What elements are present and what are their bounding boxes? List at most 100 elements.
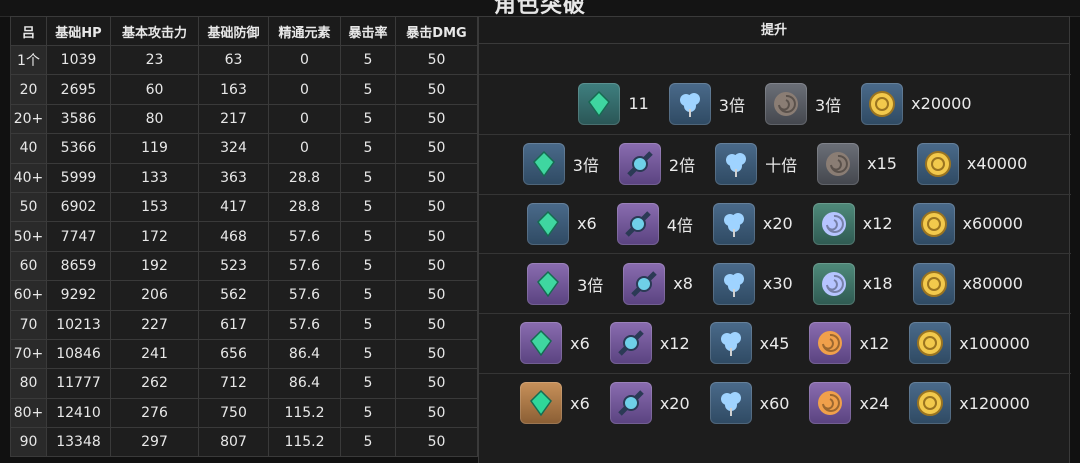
material-item[interactable]: 3倍 xyxy=(522,142,599,185)
cell-elemental-mastery: 0 xyxy=(268,133,341,164)
cell-level: 70 xyxy=(10,309,47,340)
material-item[interactable]: x20 xyxy=(712,202,793,245)
material-item[interactable]: x45 xyxy=(709,322,790,365)
col-header-level: 吕 xyxy=(10,16,47,46)
table-row: 1个 1039 23 63 0 5 50 xyxy=(10,44,478,76)
cell-crit-rate: 5 xyxy=(340,338,396,370)
material-item[interactable]: 十倍 xyxy=(715,142,798,185)
material-item[interactable]: x12 xyxy=(609,322,690,365)
slime-concentrate-icon xyxy=(809,382,852,425)
slime-condensate-icon xyxy=(812,202,855,245)
material-item[interactable]: x60000 xyxy=(912,202,1023,245)
cell-base-atk: 276 xyxy=(110,397,199,429)
cell-base-atk: 227 xyxy=(110,309,199,340)
stats-table: 吕 基础HP 基本攻击力 基础防御 精通元素 暴击率 暴击DMG 1个 1039 2… xyxy=(10,16,478,458)
ascension-row: x6 4倍 x20 x12 x60000 xyxy=(479,193,1071,253)
material-quantity: x80000 xyxy=(962,274,1023,294)
col-header-base-atk: 基本攻击力 xyxy=(110,16,199,46)
material-item[interactable]: 3倍 xyxy=(668,82,745,125)
cell-base-atk: 297 xyxy=(110,427,199,458)
material-item[interactable]: x100000 xyxy=(909,322,1030,365)
material-item[interactable]: 11 xyxy=(578,82,649,125)
material-item[interactable]: x6 xyxy=(520,382,590,425)
mora-coin-icon xyxy=(912,262,955,305)
table-row: 40 5366 119 324 0 5 50 xyxy=(10,133,478,164)
cell-base-hp: 2695 xyxy=(46,74,111,105)
material-item[interactable]: x6 xyxy=(527,202,597,245)
material-item[interactable]: x6 xyxy=(520,322,590,365)
material-item[interactable]: x60 xyxy=(709,382,789,425)
material-quantity: 3倍 xyxy=(572,155,599,175)
cell-elemental-mastery: 57.6 xyxy=(268,250,341,282)
cell-crit-rate: 5 xyxy=(340,103,396,135)
blue-flower-icon xyxy=(712,262,755,305)
cell-base-def: 163 xyxy=(198,74,269,105)
cell-level: 80+ xyxy=(10,397,47,429)
cell-crit-dmg: 50 xyxy=(395,44,478,76)
cell-elemental-mastery: 0 xyxy=(268,74,341,105)
material-quantity: x6 xyxy=(577,214,597,234)
cell-base-atk: 206 xyxy=(110,280,199,311)
material-quantity: 十倍 xyxy=(765,155,798,175)
material-item[interactable]: x15 xyxy=(817,142,897,185)
slime-drop-icon xyxy=(764,82,807,125)
table-row: 80+ 12410 276 750 115.2 5 50 xyxy=(10,397,478,429)
orb-boss-drop-icon xyxy=(623,262,666,305)
cell-elemental-mastery: 28.8 xyxy=(268,191,341,223)
material-item[interactable]: x12 xyxy=(809,322,889,365)
table-row: 50+ 7747 172 468 57.6 5 50 xyxy=(10,221,478,252)
cell-base-hp: 7747 xyxy=(46,221,111,252)
material-item[interactable]: 3倍 xyxy=(527,262,603,305)
material-quantity: x100000 xyxy=(959,333,1030,353)
material-item[interactable]: x12 xyxy=(812,202,893,245)
cell-crit-rate: 5 xyxy=(340,397,396,429)
cell-crit-rate: 5 xyxy=(340,368,396,399)
material-item[interactable]: x40000 xyxy=(916,142,1028,185)
cell-base-atk: 192 xyxy=(110,250,199,282)
gem-sliver-icon xyxy=(522,142,565,185)
material-item[interactable]: 3倍 xyxy=(764,82,841,125)
material-item[interactable]: x30 xyxy=(712,262,793,305)
material-quantity: x30 xyxy=(762,274,793,294)
orb-boss-drop-icon xyxy=(609,322,652,365)
cell-crit-rate: 5 xyxy=(340,74,396,105)
cell-base-def: 417 xyxy=(198,191,269,223)
cell-elemental-mastery: 86.4 xyxy=(268,368,341,399)
material-item[interactable]: x120000 xyxy=(909,382,1030,425)
cell-base-def: 617 xyxy=(198,309,269,340)
cell-crit-dmg: 50 xyxy=(395,368,478,399)
table-row: 60+ 9292 206 562 57.6 5 50 xyxy=(10,280,478,311)
cell-level: 1个 xyxy=(10,44,47,76)
slime-condensate-icon xyxy=(812,262,855,305)
material-item[interactable]: x18 xyxy=(812,262,893,305)
material-item[interactable]: x80000 xyxy=(912,262,1023,305)
cell-base-hp: 6902 xyxy=(46,191,111,223)
slime-concentrate-icon xyxy=(809,322,852,365)
gem-chunk-icon xyxy=(520,322,563,365)
material-item[interactable]: x24 xyxy=(809,382,889,425)
material-item[interactable]: 4倍 xyxy=(616,202,693,245)
cell-level: 70+ xyxy=(10,338,47,370)
blue-flower-icon xyxy=(668,82,711,125)
table-row: 20+ 3586 80 217 0 5 50 xyxy=(10,103,478,135)
material-item[interactable]: x20000 xyxy=(861,82,972,125)
cell-elemental-mastery: 86.4 xyxy=(268,338,341,370)
cell-crit-rate: 5 xyxy=(340,280,396,311)
cell-base-hp: 9292 xyxy=(46,280,111,311)
material-item[interactable]: 2倍 xyxy=(618,142,696,185)
material-quantity: 2倍 xyxy=(668,155,696,175)
cell-crit-rate: 5 xyxy=(340,427,396,458)
cell-crit-rate: 5 xyxy=(340,191,396,223)
col-header-crit-rate: 暴击率 xyxy=(340,16,396,46)
cell-crit-dmg: 50 xyxy=(395,427,478,458)
table-row: 80 11777 262 712 86.4 5 50 xyxy=(10,368,478,399)
material-quantity: x40000 xyxy=(966,154,1028,174)
cell-crit-rate: 5 xyxy=(340,250,396,282)
cell-elemental-mastery: 115.2 xyxy=(268,427,341,458)
material-item[interactable]: x20 xyxy=(609,382,690,425)
ascension-row: x6 x20 x60 x24 x120000 xyxy=(479,373,1071,432)
gem-shards-icon xyxy=(578,82,621,125)
material-quantity: x45 xyxy=(759,333,790,353)
material-item[interactable]: x8 xyxy=(623,262,693,305)
cell-elemental-mastery: 28.8 xyxy=(268,162,341,193)
